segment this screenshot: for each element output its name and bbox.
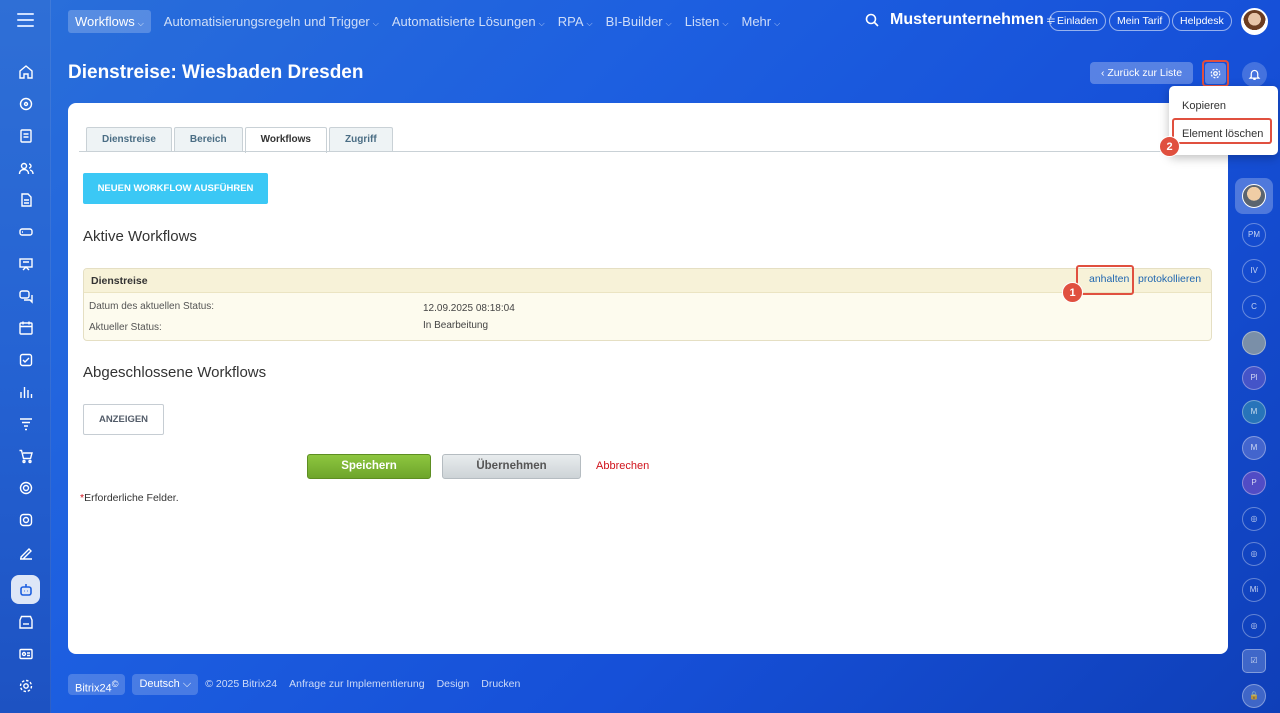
back-to-list-button[interactable]: ‹ Zurück zur Liste	[1090, 62, 1193, 84]
presentation-icon[interactable]	[13, 251, 39, 277]
settings-gear-button[interactable]	[1202, 60, 1229, 87]
analytics-icon[interactable]	[13, 379, 39, 405]
log-workflow-link[interactable]: protokollieren	[1138, 273, 1201, 285]
sign-icon[interactable]	[13, 539, 39, 565]
gear-icon	[1205, 63, 1226, 84]
store-icon[interactable]	[13, 609, 39, 635]
contact-mi[interactable]: Mi	[1242, 578, 1266, 602]
lock-icon[interactable]: 🔒	[1242, 684, 1266, 708]
invite-button[interactable]: Einladen	[1049, 11, 1106, 31]
tab-divider	[79, 151, 1221, 152]
contact-m2[interactable]: M	[1242, 436, 1266, 460]
contact-pl[interactable]: Pl	[1242, 366, 1266, 390]
design-link[interactable]: Design	[437, 678, 470, 690]
camera-icon[interactable]	[13, 507, 39, 533]
nav-bi-builder[interactable]: BI-Builder ⌵	[606, 14, 672, 29]
status-label: Aktueller Status:	[89, 322, 162, 333]
tasks-list-icon[interactable]	[13, 123, 39, 149]
main-card: Dienstreise Bereich Workflows Zugriff NE…	[68, 103, 1228, 654]
menu-item-copy[interactable]: Kopieren	[1182, 100, 1226, 112]
workflow-name: Dienstreise	[91, 275, 148, 287]
home-icon[interactable]	[13, 59, 39, 85]
status-value: In Bearbeitung	[423, 320, 489, 331]
user-avatar[interactable]	[1241, 8, 1268, 35]
cart-icon[interactable]	[13, 443, 39, 469]
id-card-icon[interactable]	[13, 641, 39, 667]
contact-pm[interactable]: PM	[1242, 223, 1266, 247]
bitrix24-brand-button[interactable]: Bitrix24©	[68, 673, 126, 695]
apply-button[interactable]: Übernehmen	[442, 454, 581, 479]
notifications-bell-icon[interactable]	[1242, 62, 1267, 87]
nav-automated-solutions[interactable]: Automatisierte Lösungen ⌵	[392, 14, 545, 29]
contact-p[interactable]: P	[1242, 471, 1266, 495]
settings-icon[interactable]	[13, 673, 39, 699]
menu-item-delete[interactable]: Element löschen	[1182, 128, 1263, 140]
my-chat-avatar[interactable]	[1235, 178, 1273, 214]
page-title: Dienstreise: Wiesbaden Dresden	[68, 62, 364, 83]
chat-icon[interactable]	[13, 283, 39, 309]
automation-robot-icon[interactable]	[11, 575, 40, 604]
tab-zugriff[interactable]: Zugriff	[329, 127, 393, 152]
contact-photo-avatar[interactable]	[1242, 331, 1266, 355]
menu-burger-icon[interactable]	[17, 13, 34, 27]
tasks-check-icon[interactable]: ☑	[1242, 649, 1266, 673]
completed-workflows-heading: Abgeschlossene Workflows	[83, 364, 267, 381]
funnel-icon[interactable]	[13, 411, 39, 437]
channel-icon[interactable]: ◎	[1242, 542, 1266, 566]
step-marker-1: 1	[1062, 282, 1083, 303]
my-plan-button[interactable]: Mein Tarif	[1109, 11, 1171, 31]
contacts-icon[interactable]	[13, 155, 39, 181]
nav-workflows[interactable]: Workflows ⌵	[68, 9, 151, 33]
nav-automation-rules[interactable]: Automatisierungsregeln und Trigger ⌵	[164, 14, 379, 29]
top-navigation: Workflows ⌵ Automatisierungsregeln und Tr…	[68, 9, 793, 33]
helpdesk-button[interactable]: Helpdesk	[1172, 11, 1232, 31]
company-name[interactable]: Musterunternehmen ≑	[890, 11, 1056, 29]
language-select[interactable]: Deutsch ⌵	[132, 673, 199, 695]
tab-dienstreise[interactable]: Dienstreise	[86, 127, 172, 152]
contact-iv[interactable]: IV	[1242, 259, 1266, 283]
document-icon[interactable]	[13, 187, 39, 213]
status-date-label: Datum des aktuellen Status:	[89, 301, 215, 312]
workflow-header: Dienstreise	[84, 269, 1211, 293]
status-date-value: 12.09.2025 08:18:04	[423, 303, 515, 314]
contact-m1[interactable]: M	[1242, 400, 1266, 424]
contact-c[interactable]: C	[1242, 295, 1266, 319]
drive-icon[interactable]	[13, 219, 39, 245]
channel-icon[interactable]: ◎	[1242, 507, 1266, 531]
settings-dropdown-menu: Kopieren Element löschen	[1169, 86, 1278, 155]
step-marker-2: 2	[1159, 136, 1180, 157]
checkbox-icon[interactable]	[13, 347, 39, 373]
chevron-down-icon: ⌵	[182, 677, 192, 690]
calendar-icon[interactable]	[13, 315, 39, 341]
show-completed-button[interactable]: ANZEIGEN	[83, 404, 164, 435]
print-link[interactable]: Drucken	[481, 678, 520, 690]
left-sidebar	[0, 0, 51, 713]
required-fields-note: *Erforderliche Felder.	[80, 492, 179, 504]
tab-bar: Dienstreise Bereich Workflows Zugriff	[86, 127, 395, 153]
channel-icon[interactable]: ◎	[1242, 614, 1266, 638]
run-new-workflow-button[interactable]: NEUEN WORKFLOW AUSFÜHREN	[83, 173, 268, 204]
tab-bereich[interactable]: Bereich	[173, 127, 243, 152]
implementation-request-link[interactable]: Anfrage zur Implementierung	[289, 678, 424, 690]
search-icon[interactable]	[864, 12, 880, 28]
tab-workflows[interactable]: Workflows	[244, 127, 327, 153]
save-button[interactable]: Speichern	[307, 454, 431, 479]
footer: Bitrix24© Deutsch ⌵ © 2025 Bitrix24 Anfr…	[68, 673, 532, 695]
nav-lists[interactable]: Listen ⌵	[685, 14, 729, 29]
copyright-text: © 2025 Bitrix24	[205, 678, 278, 690]
stop-workflow-link[interactable]: anhalten	[1089, 273, 1129, 285]
feed-icon[interactable]	[13, 91, 39, 117]
right-sidebar: PM IV C Pl M M P ◎ ◎ Mi ◎ ☑ 🔒	[1228, 165, 1280, 713]
cancel-link[interactable]: Abbrechen	[596, 460, 649, 472]
target-icon[interactable]	[13, 475, 39, 501]
nav-rpa[interactable]: RPA ⌵	[558, 14, 593, 29]
active-workflow-panel: Dienstreise Datum des aktuellen Status: …	[83, 268, 1212, 341]
active-workflows-heading: Aktive Workflows	[83, 228, 197, 245]
nav-more[interactable]: Mehr ⌵	[742, 14, 781, 29]
